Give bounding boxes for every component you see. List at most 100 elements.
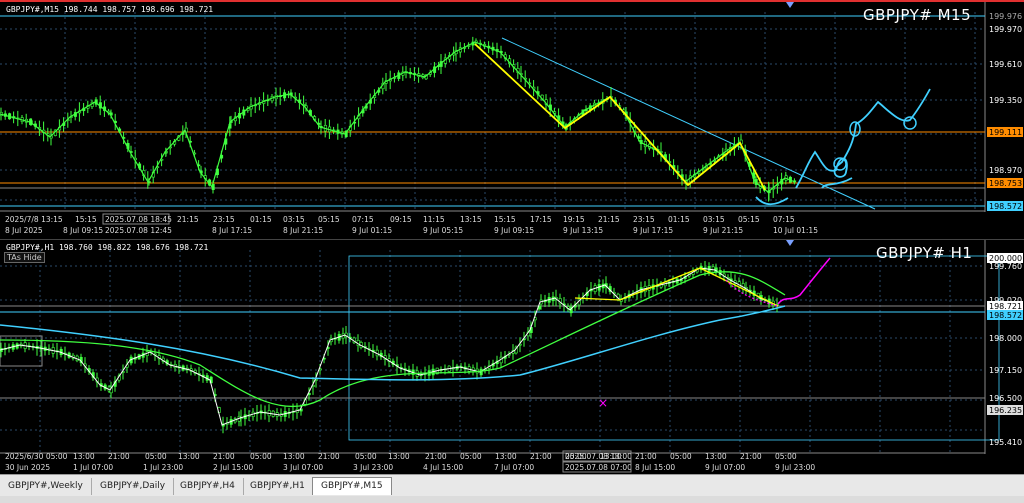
h1-time-label: 05:00 xyxy=(250,452,272,461)
m15-date-label: 10 Jul 01:15 xyxy=(773,226,818,235)
h1-time-label: 13:00 xyxy=(178,452,200,461)
m15-chart-title: GBPJPY# M15 xyxy=(863,6,972,24)
m15-time-label: 03:15 xyxy=(283,215,305,224)
h1-time-label: 13:00 xyxy=(495,452,517,461)
h1-date-label: 8 Jul 15:00 xyxy=(635,463,675,472)
status-bar xyxy=(0,496,1024,503)
h1-chart-title: GBPJPY# H1 xyxy=(876,244,973,262)
m15-price-tag: 198.572 xyxy=(989,202,1022,211)
m15-zigzag xyxy=(474,43,766,191)
m15-time-label: 13:15 xyxy=(460,215,482,224)
h1-time-label: 13:00 xyxy=(73,452,95,461)
m15-time-label: 21:15 xyxy=(598,215,620,224)
m15-time-label: 15:15 xyxy=(75,215,97,224)
m15-time-label: 09:15 xyxy=(390,215,412,224)
h1-time-label: 21:00 xyxy=(425,452,447,461)
m15-time-label: 19:15 xyxy=(563,215,585,224)
m15-price-label: 198.970 xyxy=(989,166,1022,175)
m15-date-label: 9 Jul 05:15 xyxy=(423,226,463,235)
m15-time-label: 21:15 xyxy=(177,215,199,224)
m15-price-label: 199.976 xyxy=(989,12,1022,21)
m15-time-label: 07:15 xyxy=(352,215,374,224)
tas-hide-badge[interactable]: TAs Hide xyxy=(4,252,45,263)
h1-time-label: 2025.07.08 13:00 xyxy=(565,452,632,461)
m15-date-label: 8 Jul 2025 xyxy=(5,226,43,235)
m15-date-label: 9 Jul 01:15 xyxy=(352,226,392,235)
h1-time-label: 13:00 xyxy=(388,452,410,461)
m15-price-label: 199.350 xyxy=(989,96,1022,105)
h1-slow-ma xyxy=(0,305,786,381)
tab-weekly[interactable]: GBPJPY#,Weekly xyxy=(0,478,92,495)
h1-time-label: 05:00 xyxy=(670,452,692,461)
tab-h1[interactable]: GBPJPY#,H1 xyxy=(242,478,314,495)
h1-time-label: 21:00 xyxy=(740,452,762,461)
m15-time-label: 2025.07.08 18:45 xyxy=(105,215,172,224)
m15-time-label: 11:15 xyxy=(423,215,445,224)
h1-date-label: 3 Jul 07:00 xyxy=(283,463,323,472)
h1-time-label: 05:00 xyxy=(355,452,377,461)
m15-date-label: 9 Jul 13:15 xyxy=(563,226,603,235)
m15-time-label: 15:15 xyxy=(494,215,516,224)
m15-time-label: 07:15 xyxy=(773,215,795,224)
h1-time-label: 13:00 xyxy=(283,452,305,461)
h1-date-label: 9 Jul 23:00 xyxy=(775,463,815,472)
h1-time-label: 21:00 xyxy=(530,452,552,461)
h1-price-tag: 198.721 xyxy=(989,302,1022,311)
m15-symbol-info: GBPJPY#,M15 198.744 198.757 198.696 198.… xyxy=(6,5,214,14)
h1-date-label: 2025.07.08 07:00 xyxy=(565,463,632,472)
m15-time-label: 17:15 xyxy=(530,215,552,224)
m15-price-tag: 198.753 xyxy=(989,179,1022,188)
m15-date-label: 8 Jul 17:15 xyxy=(212,226,252,235)
m15-time-label: 23:15 xyxy=(213,215,235,224)
m15-time-label: 05:15 xyxy=(318,215,340,224)
h1-date-label: 9 Jul 07:00 xyxy=(705,463,745,472)
m15-chart-canvas[interactable]: 199.976 199.970 199.610 199.350 199.111 198.9… xyxy=(0,2,1024,238)
m15-time-label: 23:15 xyxy=(633,215,655,224)
m15-shift-marker-icon[interactable] xyxy=(786,2,794,8)
m15-time-label: 05:15 xyxy=(738,215,760,224)
h1-symbol-info: GBPJPY#,H1 198.760 198.822 198.676 198.7… xyxy=(6,243,209,252)
m15-time-label: 2025/7/8 13:15 xyxy=(5,215,63,224)
h1-price-label: 196.500 xyxy=(989,394,1022,403)
h1-date-label: 1 Jul 23:00 xyxy=(143,463,183,472)
h1-shift-marker-icon[interactable] xyxy=(786,240,794,246)
h1-price-tag: 196.235 xyxy=(989,406,1022,415)
h1-chart-canvas[interactable]: ×200.000199.760199.020198.721198.572198.… xyxy=(0,240,1024,473)
m15-time-label: 01:15 xyxy=(668,215,690,224)
m15-price-label: 199.610 xyxy=(989,60,1022,69)
m15-price-label: 199.970 xyxy=(989,25,1022,34)
m15-date-label: 2025.07.08 12:45 xyxy=(105,226,172,235)
chart-panel-m15[interactable]: 199.976 199.970 199.610 199.350 199.111 198.9… xyxy=(0,0,1024,238)
m15-time-label: 03:15 xyxy=(703,215,725,224)
m15-date-label: 8 Jul 21:15 xyxy=(283,226,323,235)
m15-date-label: 9 Jul 21:15 xyxy=(703,226,743,235)
h1-date-label: 3 Jul 23:00 xyxy=(353,463,393,472)
tab-m15[interactable]: GBPJPY#,M15 xyxy=(312,477,392,495)
h1-date-label: 2 Jul 15:00 xyxy=(213,463,253,472)
h1-date-label: 1 Jul 07:00 xyxy=(73,463,113,472)
m15-date-label: 9 Jul 17:15 xyxy=(633,226,673,235)
h1-price-label: 195.410 xyxy=(989,438,1022,447)
chart-tab-bar: GBPJPY#,Weekly GBPJPY#,Daily GBPJPY#,H4 … xyxy=(0,474,1024,497)
h1-forecast-drawing xyxy=(777,257,831,305)
h1-time-label: 05:00 xyxy=(460,452,482,461)
h1-price-label: 199.760 xyxy=(989,262,1022,271)
h1-date-label: 7 Jul 07:00 xyxy=(494,463,534,472)
h1-date-label: 4 Jul 15:00 xyxy=(423,463,463,472)
h1-time-label: 21:00 xyxy=(318,452,340,461)
h1-fast-ma xyxy=(0,267,779,426)
h1-time-label: 21:00 xyxy=(635,452,657,461)
m15-date-label: 8 Jul 09:15 xyxy=(63,226,103,235)
tab-daily[interactable]: GBPJPY#,Daily xyxy=(92,478,175,495)
h1-time-label: 21:00 xyxy=(213,452,235,461)
h1-time-label: 21:00 xyxy=(108,452,130,461)
chart-panel-h1[interactable]: × 200.000 199.760 199.020 198.721 198.572 198.… xyxy=(0,239,1024,473)
h1-time-label: 2025/6/30 05:00 xyxy=(5,452,68,461)
h1-time-label: 05:00 xyxy=(145,452,167,461)
m15-time-label: 01:15 xyxy=(250,215,272,224)
h1-date-label: 30 Jun 2025 xyxy=(5,463,50,472)
h1-price-label: 197.150 xyxy=(989,366,1022,375)
tab-h4[interactable]: GBPJPY#,H4 xyxy=(172,478,244,495)
m15-price-tag: 199.111 xyxy=(989,128,1022,137)
h1-price-label: 198.000 xyxy=(989,334,1022,343)
